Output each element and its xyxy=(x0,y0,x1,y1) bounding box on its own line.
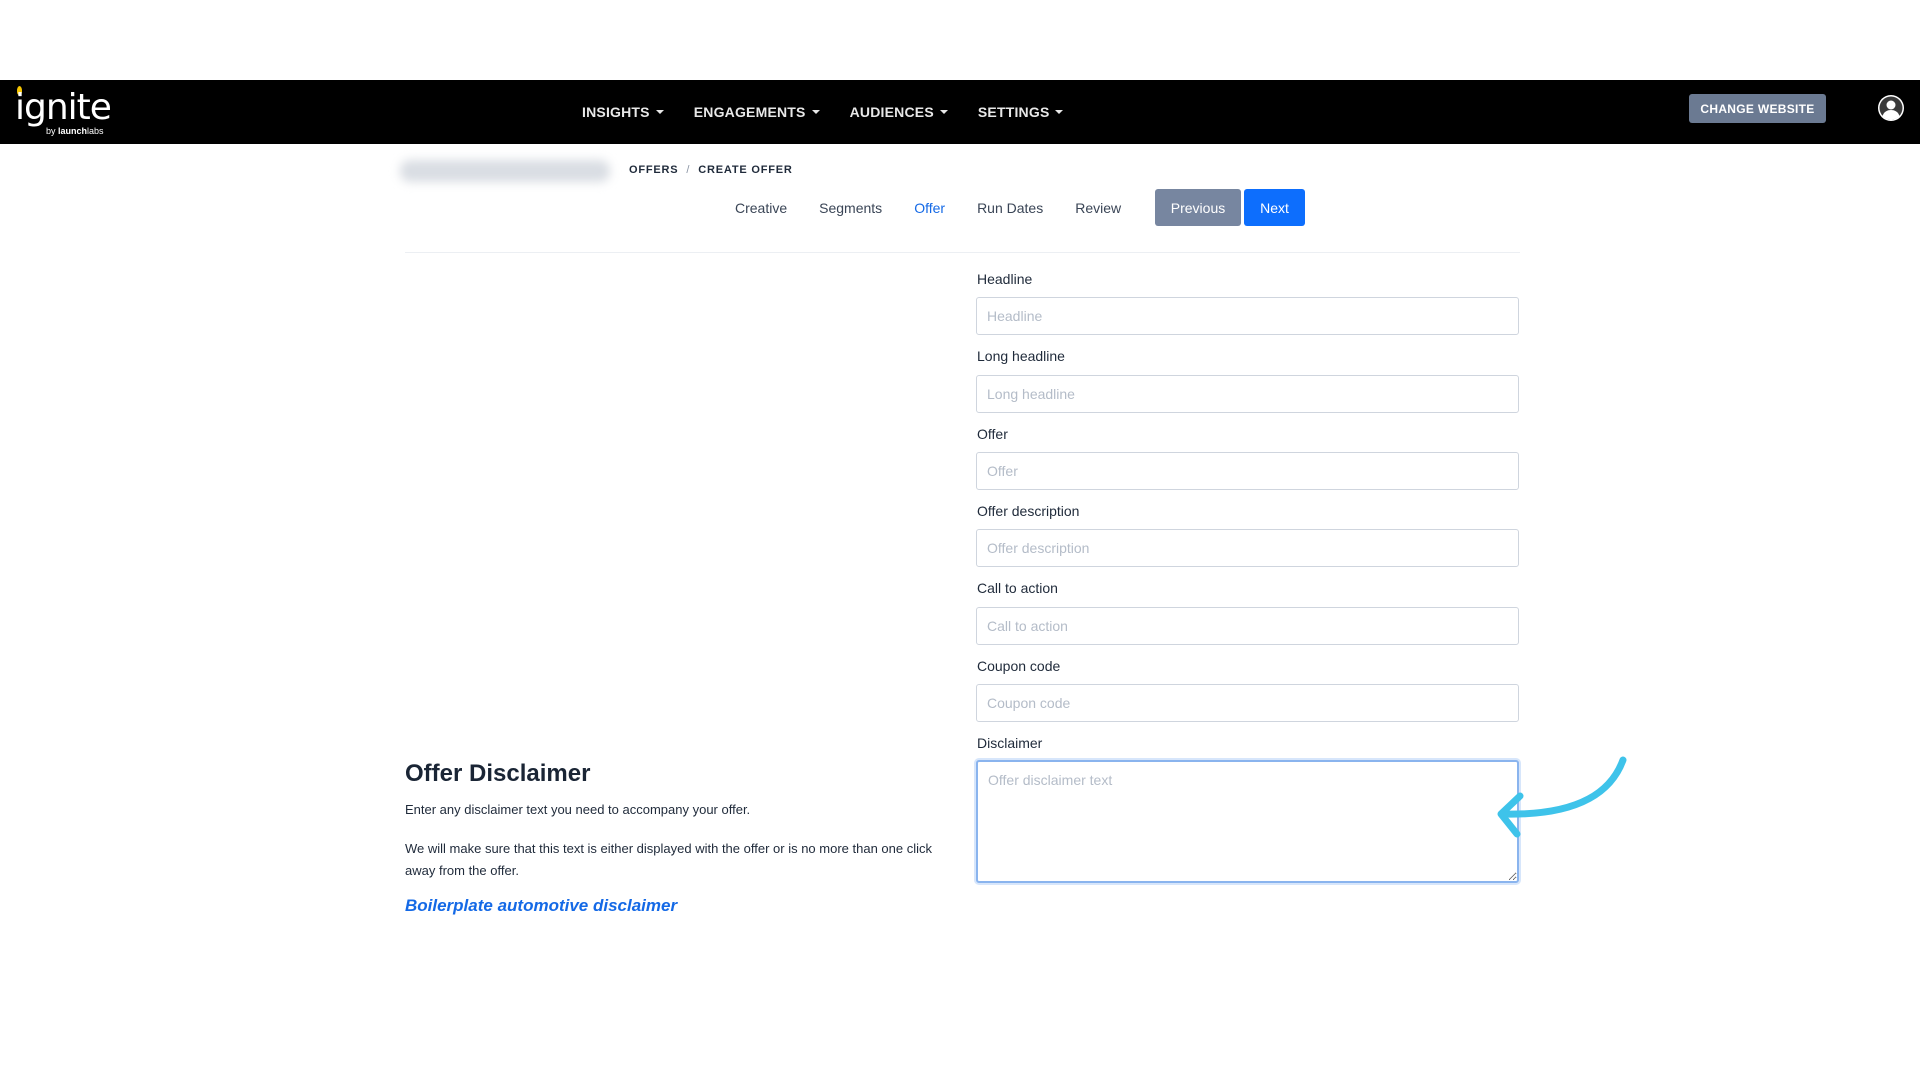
step-offer[interactable]: Offer xyxy=(914,200,945,216)
nav-engagements[interactable]: ENGAGEMENTS xyxy=(694,104,820,120)
breadcrumb-create-offer: CREATE OFFER xyxy=(698,164,793,176)
nav-insights[interactable]: INSIGHTS xyxy=(582,104,664,120)
change-website-button[interactable]: CHANGE WEBSITE xyxy=(1689,94,1826,123)
logo-subtitle: by launchlabs xyxy=(46,126,104,136)
nav-engagements-label: ENGAGEMENTS xyxy=(693,104,806,120)
nav-audiences[interactable]: AUDIENCES xyxy=(850,104,948,120)
nav-settings[interactable]: SETTINGS xyxy=(978,104,1064,120)
disclaimer-label: Disclaimer xyxy=(977,735,1043,751)
next-button[interactable]: Next xyxy=(1244,189,1305,226)
caret-down-icon xyxy=(939,110,948,114)
user-circle-icon[interactable] xyxy=(1877,94,1905,122)
coupon-code-label: Coupon code xyxy=(977,658,1061,674)
section-divider xyxy=(405,252,1520,253)
call-to-action-label: Call to action xyxy=(977,580,1058,596)
main-menu: INSIGHTS ENGAGEMENTS AUDIENCES SETTINGS xyxy=(582,80,1064,144)
disclaimer-display-note: We will make sure that this text is eith… xyxy=(405,841,932,878)
step-run-dates[interactable]: Run Dates xyxy=(977,200,1043,216)
step-creative[interactable]: Creative xyxy=(735,200,787,216)
caret-down-icon xyxy=(811,110,820,114)
top-navbar: ignite by launchlabs INSIGHTS ENGAGEMENT… xyxy=(0,80,1920,144)
long-headline-label: Long headline xyxy=(977,348,1065,364)
logo-wordmark: ignite xyxy=(15,87,112,128)
previous-button[interactable]: Previous xyxy=(1155,189,1241,226)
caret-down-icon xyxy=(655,110,664,114)
offer-description-input[interactable] xyxy=(976,529,1519,567)
blurred-website-name xyxy=(400,160,610,182)
offer-input[interactable] xyxy=(976,452,1519,490)
nav-insights-label: INSIGHTS xyxy=(582,104,650,120)
breadcrumb: OFFERS / CREATE OFFER xyxy=(629,164,793,176)
disclaimer-textarea[interactable] xyxy=(976,760,1519,883)
coupon-code-input[interactable] xyxy=(976,684,1519,722)
headline-input[interactable] xyxy=(976,297,1519,335)
offer-disclaimer-heading: Offer Disclaimer xyxy=(405,760,591,787)
ignite-logo[interactable]: ignite by launchlabs xyxy=(15,86,115,138)
call-to-action-input[interactable] xyxy=(976,607,1519,645)
nav-audiences-label: AUDIENCES xyxy=(849,104,934,120)
caret-down-icon xyxy=(1055,110,1064,114)
annotation-arrow-icon xyxy=(1497,756,1627,838)
breadcrumb-offers[interactable]: OFFERS xyxy=(629,164,678,176)
offer-label: Offer xyxy=(977,426,1008,442)
step-segments[interactable]: Segments xyxy=(819,200,882,216)
step-review[interactable]: Review xyxy=(1075,200,1121,216)
wizard-steps: Creative Segments Offer Run Dates Review xyxy=(735,189,1153,226)
offer-description-label: Offer description xyxy=(977,503,1080,519)
long-headline-input[interactable] xyxy=(976,375,1519,413)
nav-settings-label: SETTINGS xyxy=(977,104,1050,120)
headline-label: Headline xyxy=(977,271,1033,287)
disclaimer-help-text: Enter any disclaimer text you need to ac… xyxy=(405,802,751,817)
boilerplate-disclaimer-link[interactable]: Boilerplate automotive disclaimer xyxy=(405,896,677,916)
breadcrumb-separator: / xyxy=(686,164,691,176)
